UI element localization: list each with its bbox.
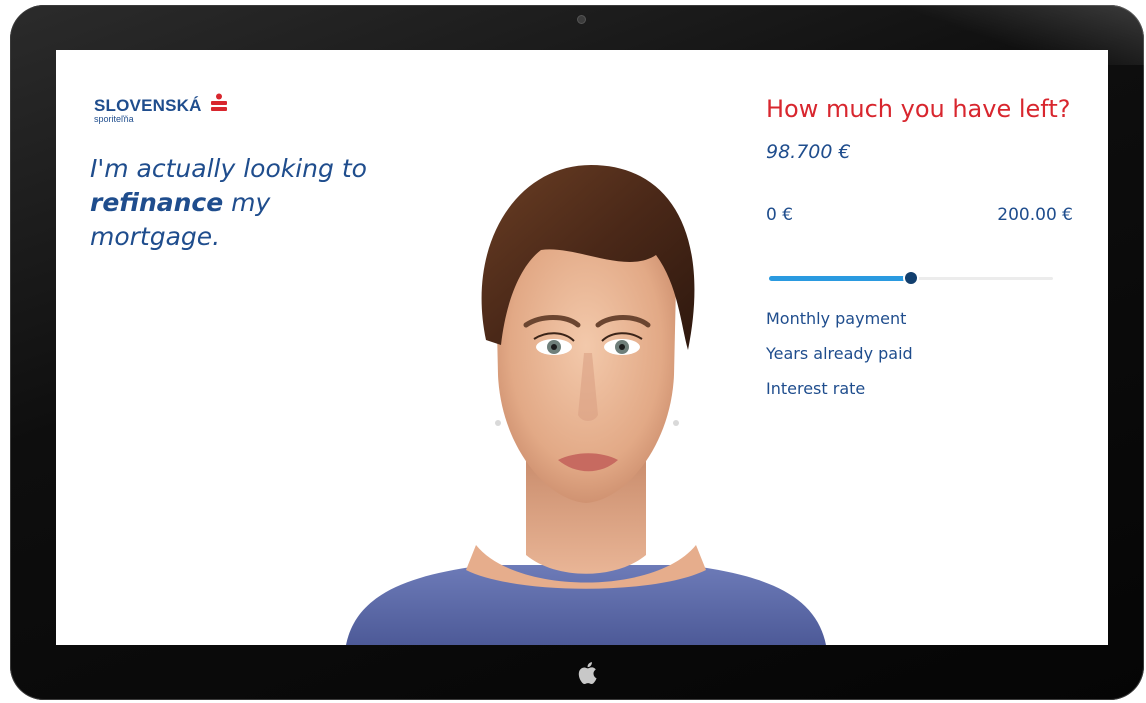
camera-icon: [577, 15, 586, 24]
screen: SLOVENSKÁ sporiteľňa I'm actually lookin…: [56, 50, 1108, 645]
speech-emphasis: refinance: [90, 188, 224, 217]
panel-question: How much you have left?: [766, 95, 1071, 123]
range-max-label: 200.00 €: [997, 205, 1073, 225]
option-years-already-paid[interactable]: Years already paid: [766, 344, 1086, 379]
slider-thumb[interactable]: [905, 272, 917, 284]
slider-fill: [769, 276, 911, 281]
brand-logo: SLOVENSKÁ sporiteľňa: [94, 93, 229, 124]
mortgage-panel: How much you have left? 98.700 € 0 € 200…: [766, 95, 1086, 430]
brand-name: SLOVENSKÁ: [94, 96, 202, 115]
apple-logo-icon: [578, 662, 597, 684]
option-list: Monthly payment Years already paid Inter…: [766, 309, 1086, 414]
monitor-frame: SLOVENSKÁ sporiteľňa I'm actually lookin…: [10, 5, 1144, 700]
amount-slider[interactable]: [769, 272, 1053, 284]
option-interest-rate[interactable]: Interest rate: [766, 379, 1086, 414]
remaining-amount: 98.700 €: [766, 141, 851, 163]
sporitelna-logo-icon: [211, 93, 228, 111]
slider-range-labels: 0 € 200.00 €: [766, 205, 1086, 227]
option-monthly-payment[interactable]: Monthly payment: [766, 309, 1086, 344]
range-min-label: 0 €: [766, 205, 794, 225]
